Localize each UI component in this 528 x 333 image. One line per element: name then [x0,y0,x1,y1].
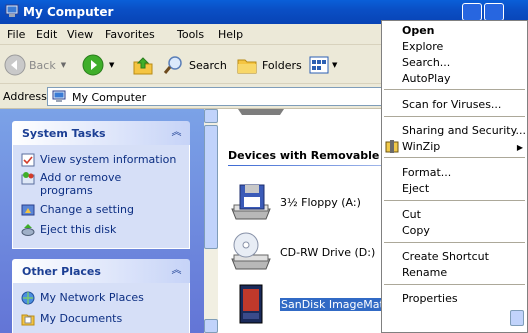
drive-label: 3½ Floppy (A:) [280,195,361,209]
place-label: My Documents [40,312,123,325]
back-label: Back [29,58,56,72]
menu-item-sharing-security[interactable]: Sharing and Security... [402,124,526,137]
menu-separator [384,242,525,243]
eject-disk-icon [21,224,35,236]
address-label: Address [3,90,47,103]
system-tasks-body: View system information Add or remove pr… [12,145,190,249]
views-button[interactable]: ▼ [308,52,337,78]
menu-item-rename[interactable]: Rename [402,266,447,279]
task-label: Add or remove programs [40,171,122,197]
task-eject-disk[interactable]: Eject this disk [21,223,116,237]
menu-item-autoplay[interactable]: AutoPlay [402,72,450,85]
task-label: Eject this disk [40,223,117,236]
task-view-system-info[interactable]: View system information [21,153,176,167]
minimize-button[interactable] [462,3,482,21]
drive-label: CD-RW Drive (D:) [280,245,376,259]
menu-item-create-shortcut[interactable]: Create Shortcut [402,250,489,263]
address-field[interactable]: My Computer [47,87,407,106]
menu-item-eject[interactable]: Eject [402,182,429,195]
menu-item-winzip[interactable]: WinZip [402,140,440,153]
maximize-button[interactable] [484,3,504,21]
cd-drive-icon [231,232,271,270]
menu-help[interactable]: Help [218,28,243,41]
task-pane-scrollbar[interactable] [204,109,218,333]
menu-item-scan-viruses[interactable]: Scan for Viruses... [402,98,501,111]
menu-tools[interactable]: Tools [177,28,204,41]
explorer-window: My Computer File Edit View Favorites Too… [0,0,528,333]
scroll-down-arrow-icon[interactable] [204,319,218,333]
menu-file[interactable]: File [7,28,25,41]
collapse-chevron-icon[interactable]: ︽ [169,125,184,140]
up-folder-icon [133,57,153,75]
drive-floppy[interactable]: 3½ Floppy (A:) [228,181,361,223]
other-places-header[interactable]: Other Places ︽ [12,259,190,283]
task-label: Change a setting [40,203,134,216]
back-dropdown-icon[interactable]: ▼ [61,61,66,69]
removable-storage-group-title: Devices with Removable Sto [228,149,404,162]
folders-label: Folders [262,58,302,72]
other-places-title: Other Places [22,265,101,278]
removable-drive-icon [239,284,263,324]
submenu-arrow-icon: ▶ [516,143,523,152]
folders-button[interactable]: Folders [236,52,302,78]
network-places-icon [21,291,35,305]
drive-cd-rw[interactable]: CD-RW Drive (D:) [228,231,375,273]
views-icon [309,56,329,74]
search-icon [163,56,182,74]
search-button[interactable]: Search [163,52,227,78]
back-button[interactable]: Back ▼ [4,52,66,78]
forward-arrow-icon [82,54,104,76]
winzip-icon [385,140,399,153]
menu-view[interactable]: View [67,28,93,41]
folders-icon [237,59,257,74]
up-folder-button[interactable] [132,52,154,78]
search-label: Search [189,58,227,72]
menu-separator [384,116,525,117]
forward-dropdown-icon[interactable]: ▼ [109,61,114,69]
scroll-up-arrow-icon[interactable] [204,109,218,123]
my-computer-icon [5,4,19,17]
my-computer-small-icon [52,90,66,102]
task-pane: System Tasks ︽ View system information A… [0,109,204,333]
menu-item-explore[interactable]: Explore [402,40,443,53]
task-label: View system information [40,153,177,166]
scroll-thumb[interactable] [204,125,218,249]
context-menu: Open Explore Search... AutoPlay Scan for… [381,20,528,333]
menu-item-open[interactable]: Open [402,24,435,37]
menu-item-search[interactable]: Search... [402,56,450,69]
menu-favorites[interactable]: Favorites [105,28,155,41]
my-documents-icon [21,314,35,326]
system-tasks-title: System Tasks [22,127,106,140]
partial-drive-icon [238,109,284,115]
menu-item-copy[interactable]: Copy [402,224,430,237]
place-my-network-places[interactable]: My Network Places [21,291,144,305]
menu-item-format[interactable]: Format... [402,166,451,179]
place-my-documents[interactable]: My Documents [21,312,122,326]
menu-edit[interactable]: Edit [36,28,57,41]
forward-button[interactable]: ▼ [82,52,114,78]
system-tasks-header[interactable]: System Tasks ︽ [12,121,190,145]
address-value: My Computer [72,91,147,104]
views-dropdown-icon[interactable]: ▼ [332,61,337,69]
task-change-setting[interactable]: Change a setting [21,203,134,217]
content-scroll-down-arrow-icon[interactable] [510,310,524,326]
menu-separator [384,284,525,285]
menu-separator [384,157,525,158]
control-panel-icon [21,204,35,216]
menu-separator [384,89,525,90]
place-label: My Network Places [40,291,144,304]
task-add-remove-programs[interactable]: Add or remove programs [21,171,130,197]
other-places-body: My Network Places My Documents [12,283,190,333]
menu-item-cut[interactable]: Cut [402,208,421,221]
menu-item-properties[interactable]: Properties [402,292,458,305]
add-remove-programs-icon [21,172,35,185]
menu-separator [384,200,525,201]
window-title: My Computer [23,5,114,19]
system-info-icon [21,153,35,167]
floppy-drive-icon [231,184,271,220]
back-arrow-icon [4,54,26,76]
collapse-chevron-icon[interactable]: ︽ [169,263,184,278]
